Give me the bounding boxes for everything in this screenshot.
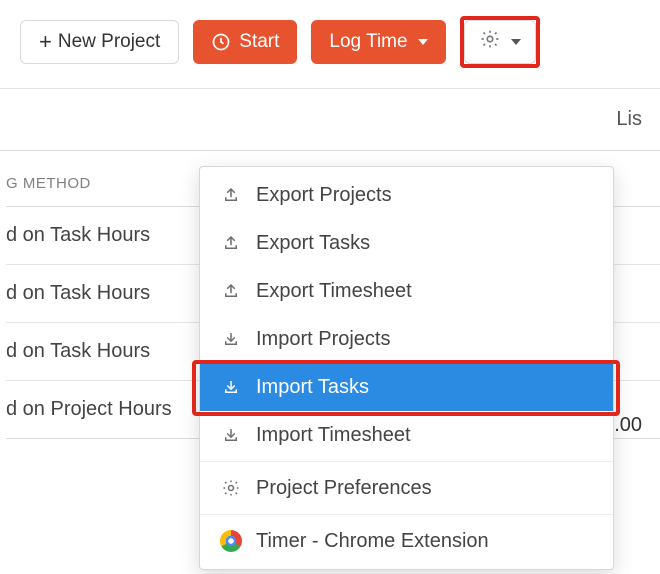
new-project-button[interactable]: + New Project	[20, 20, 179, 64]
import-icon	[220, 378, 242, 396]
chrome-icon	[220, 530, 242, 552]
start-button[interactable]: Start	[193, 20, 297, 64]
menu-item-import-projects[interactable]: Import Projects	[200, 315, 613, 363]
menu-item-import-timesheet[interactable]: Import Timesheet	[200, 411, 613, 459]
start-label: Start	[239, 31, 279, 53]
import-icon	[220, 330, 242, 348]
toolbar: + New Project Start Log Time	[0, 0, 660, 88]
menu-item-chrome-extension[interactable]: Timer - Chrome Extension	[200, 517, 613, 565]
caret-down-icon	[511, 39, 521, 45]
import-icon	[220, 426, 242, 444]
page: Lis G METHOD d on Task Hours d on Task H…	[0, 88, 660, 439]
export-icon	[220, 234, 242, 252]
caret-down-icon	[418, 39, 428, 45]
menu-item-import-tasks[interactable]: Import Tasks	[200, 363, 613, 411]
column-header-type: Lis	[616, 108, 642, 131]
menu-item-export-timesheet[interactable]: Export Timesheet	[200, 267, 613, 315]
export-icon	[220, 282, 242, 300]
new-project-label: New Project	[58, 31, 160, 53]
log-time-label: Log Time	[329, 31, 407, 53]
settings-menu: Export Projects Export Tasks Export Time…	[199, 166, 614, 570]
gear-icon	[220, 478, 242, 498]
settings-highlight	[460, 16, 540, 68]
clock-icon	[211, 32, 231, 52]
gear-icon	[479, 28, 501, 56]
menu-item-export-projects[interactable]: Export Projects	[200, 171, 613, 219]
log-time-button[interactable]: Log Time	[311, 20, 445, 64]
export-icon	[220, 186, 242, 204]
plus-icon: +	[39, 31, 52, 53]
menu-separator	[200, 514, 613, 515]
menu-separator	[200, 461, 613, 462]
menu-item-project-preferences[interactable]: Project Preferences	[200, 464, 613, 512]
column-header-row: Lis	[0, 89, 660, 151]
menu-item-export-tasks[interactable]: Export Tasks	[200, 219, 613, 267]
settings-button[interactable]	[464, 20, 536, 64]
